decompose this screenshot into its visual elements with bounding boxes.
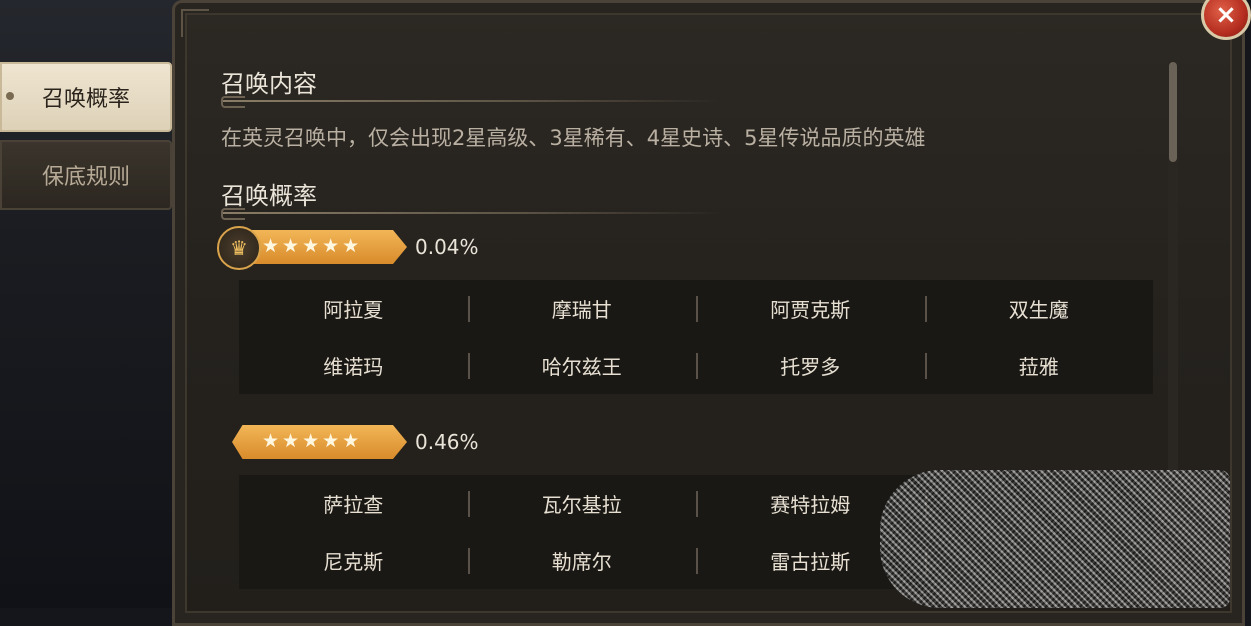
scrollbar-thumb[interactable] <box>1169 62 1177 162</box>
hero-name: 尼克斯 <box>323 550 384 574</box>
hero-name: 阿贾克斯 <box>696 280 925 337</box>
tab-summon-rate[interactable]: 召唤概率 <box>0 62 172 132</box>
hero-name: 菈雅 <box>924 337 1154 394</box>
hero-name: 哈尔兹王 <box>467 337 697 394</box>
hero-row: 阿拉夏 摩瑞甘 阿贾克斯 双生魔 <box>239 280 1153 337</box>
summon-rate-value: 0.46% <box>415 430 479 454</box>
hero-name: 摩瑞甘 <box>467 280 697 337</box>
close-icon: × <box>1215 0 1237 30</box>
section-title-rate: 召唤概率 <box>221 182 317 210</box>
hero-name: 萨拉查 <box>323 493 384 517</box>
hero-row: 维诺玛 哈尔兹王 托罗多 菈雅 <box>239 337 1153 394</box>
watermark-overlay <box>880 470 1230 608</box>
hero-name: 勒席尔 <box>467 532 697 589</box>
tab-pity-rules[interactable]: 保底规则 <box>0 140 172 210</box>
summon-rate-value: 0.04% <box>415 235 479 259</box>
five-star-icon: ★★★★★ <box>262 235 363 257</box>
hero-name: 维诺玛 <box>323 355 384 379</box>
hero-grid: 阿拉夏 摩瑞甘 阿贾克斯 双生魔 维诺玛 哈尔兹王 托罗多 菈雅 <box>239 280 1153 394</box>
star-rank-badge: ★★★★★ <box>232 425 407 459</box>
content-description: 在英灵召唤中，仅会出现2星高级、3星稀有、4星史诗、5星传说品质的英雄 <box>221 126 926 150</box>
section-title-content: 召唤内容 <box>221 70 317 98</box>
section-divider <box>221 208 721 220</box>
hero-name: 托罗多 <box>696 337 925 394</box>
five-star-icon: ★★★★★ <box>262 430 363 452</box>
hero-name: 双生魔 <box>924 280 1154 337</box>
tab-label: 保底规则 <box>41 165 130 190</box>
crown-icon: ♛ <box>217 226 261 270</box>
hero-name: 阿拉夏 <box>323 298 384 322</box>
section-divider <box>221 96 721 108</box>
panel-corner-ornament <box>181 9 209 37</box>
selected-indicator-icon <box>6 92 14 100</box>
hero-name: 瓦尔基拉 <box>467 475 697 532</box>
tab-label: 召唤概率 <box>41 87 130 112</box>
